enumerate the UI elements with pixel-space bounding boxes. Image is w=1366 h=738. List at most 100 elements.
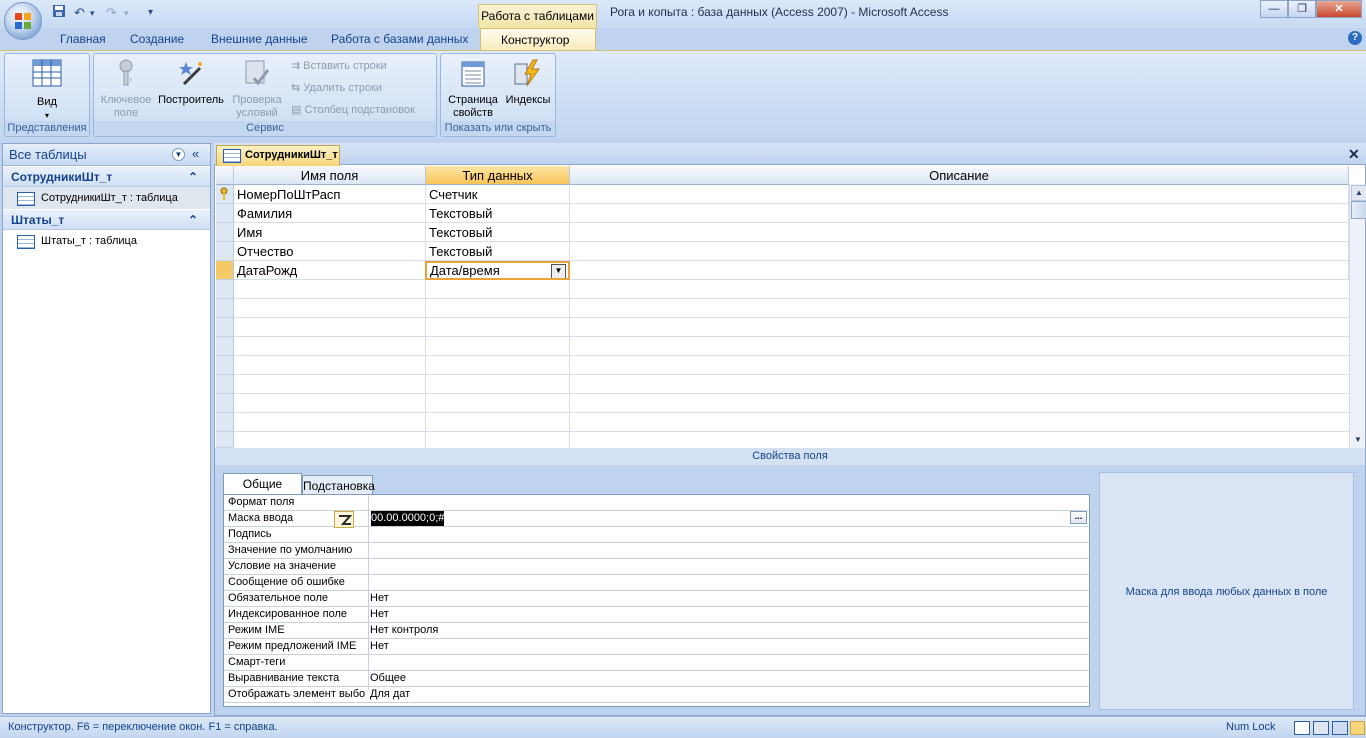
builder-button[interactable]: Построитель [156,58,226,107]
field-name-cell[interactable]: Отчество [234,242,426,261]
delete-rows-button[interactable]: ⇆ Удалить строки [291,81,382,94]
column-header-field-name[interactable]: Имя поля [234,166,426,185]
description-cell[interactable] [570,204,1349,223]
property-row[interactable]: Режим IME Нет контроля [224,623,1089,639]
description-cell[interactable] [570,242,1349,261]
nav-group-staff[interactable]: Штаты_т ⌃ [3,210,210,230]
field-name-cell[interactable]: Фамилия [234,204,426,223]
property-row[interactable]: Индексированное поле Нет [224,607,1089,623]
description-cell[interactable] [570,223,1349,242]
property-row[interactable]: Формат поля [224,495,1089,511]
nav-menu-dropdown-icon[interactable]: ▼ [172,148,185,161]
redo-dropdown-icon[interactable]: ▾ [124,4,129,22]
table-icon [17,192,35,206]
nav-item-employees-table[interactable]: СотрудникиШт_т : таблица [3,187,210,209]
nav-item-label: СотрудникиШт_т : таблица [41,192,178,204]
scroll-up-icon[interactable]: ▲ [1351,185,1366,201]
context-tab-label: Работа с таблицами [478,4,597,28]
property-sheet-icon [461,61,485,87]
data-type-cell[interactable]: Текстовый [426,242,570,261]
pivot-table-view-icon[interactable] [1313,721,1329,735]
design-view-icon[interactable] [1350,721,1365,735]
property-row[interactable]: Смарт-теги [224,655,1089,671]
tab-lookup[interactable]: Подстановка [302,475,375,495]
scroll-thumb[interactable] [1351,201,1366,219]
description-cell[interactable] [570,185,1349,204]
property-row[interactable]: Сообщение об ошибке [224,575,1089,591]
tab-database-tools[interactable]: Работа с базами данных [331,28,468,50]
data-type-cell[interactable]: Счетчик [426,185,570,204]
description-cell[interactable] [570,261,1349,280]
property-row[interactable]: Режим предложений IME Нет [224,639,1089,655]
datasheet-view-icon[interactable] [1294,721,1310,735]
row-selector[interactable] [216,223,234,242]
undo-dropdown-icon[interactable]: ▾ [90,4,95,22]
scroll-down-icon[interactable]: ▼ [1351,433,1365,447]
group-views: Вид ▾ Представления [4,53,90,137]
office-button[interactable] [4,2,42,40]
lookup-column-button[interactable]: ▤ Столбец подстановок [291,103,415,116]
tab-design[interactable]: Конструктор [480,28,596,50]
field-name-cell[interactable]: НомерПоШтРасп [234,185,426,204]
property-sheet-button[interactable]: Страница свойств [443,58,503,120]
field-properties-title: Свойства поля [215,448,1365,465]
document-close-icon[interactable]: ✕ [1348,146,1360,163]
window-title: Рога и копыта : база данных (Access 2007… [610,5,949,19]
redo-button[interactable]: ↷ [106,4,117,22]
view-button[interactable]: Вид ▾ [15,58,79,122]
tab-home[interactable]: Главная [60,28,106,50]
dropdown-arrow-icon[interactable]: ▼ [551,264,566,278]
field-name-cell[interactable]: Имя [234,223,426,242]
primary-key-button[interactable]: Ключевое поле [96,58,156,120]
tab-general[interactable]: Общие [223,473,302,495]
vertical-scrollbar[interactable]: ▲ ▼ [1349,184,1366,448]
insert-rows-button[interactable]: ⇉ Вставить строки [291,59,387,72]
property-divider [368,495,369,690]
customize-qat-icon[interactable]: ▾ [148,4,153,22]
row-selectors-empty[interactable] [216,280,234,448]
row-selector[interactable] [216,242,234,261]
row-selector[interactable] [216,204,234,223]
builder-dots-button[interactable]: ... [1070,511,1087,524]
property-row[interactable]: Отображать элемент выбора датыДля дат [224,687,1089,703]
empty-grid-rows[interactable] [234,280,1349,448]
maximize-button[interactable]: ❐ [1288,0,1316,18]
data-type-select[interactable]: Дата/время ▼ [425,261,570,280]
minimize-button[interactable]: — [1260,0,1288,18]
property-row[interactable]: Подпись [224,527,1089,543]
data-type-cell[interactable]: Текстовый [426,223,570,242]
tab-create[interactable]: Создание [130,28,184,50]
nav-item-staff-table[interactable]: Штаты_т : таблица [3,230,210,252]
row-selector-current[interactable] [216,261,234,280]
datasheet-view-icon [32,59,62,87]
data-type-cell[interactable]: Текстовый [426,204,570,223]
chevron-up-icon: ⌃ [187,213,198,227]
property-row[interactable]: Выравнивание текста Общее [224,671,1089,687]
property-row[interactable]: Условие на значение [224,559,1089,575]
undo-button[interactable]: ↶ [74,4,85,22]
smart-tag-button[interactable] [334,511,354,528]
pivot-chart-view-icon[interactable] [1332,721,1348,735]
input-mask-value[interactable]: 00.00.0000;0;# [371,511,445,526]
nav-group-employees[interactable]: СотрудникиШт_т ⌃ [3,167,210,187]
field-name-cell[interactable]: ДатаРожд [234,261,426,280]
table-icon [223,149,241,163]
property-row[interactable]: Значение по умолчанию [224,543,1089,559]
column-header-data-type[interactable]: Тип данных [426,166,570,185]
close-button[interactable]: ✕ [1316,0,1362,18]
property-row[interactable]: Обязательное поле Нет [224,591,1089,607]
help-icon[interactable]: ? [1348,31,1362,45]
indexes-button[interactable]: Индексы [503,58,553,107]
select-all-corner[interactable] [216,166,234,185]
tab-external-data[interactable]: Внешние данные [211,28,308,50]
nav-collapse-icon[interactable]: « [192,146,199,161]
test-validation-button[interactable]: Проверка условий [226,58,288,120]
lookup-column-icon: ▤ [291,104,302,116]
ribbon-tab-row [0,28,1366,50]
save-icon[interactable] [52,4,66,22]
column-header-description[interactable]: Описание [570,166,1349,185]
document-tab[interactable]: СотрудникиШт_т [216,145,340,166]
data-type-value: Дата/время [430,263,500,278]
group-show-hide: Страница свойств Индексы Показать или ск… [440,53,556,137]
row-selector[interactable] [216,185,234,204]
